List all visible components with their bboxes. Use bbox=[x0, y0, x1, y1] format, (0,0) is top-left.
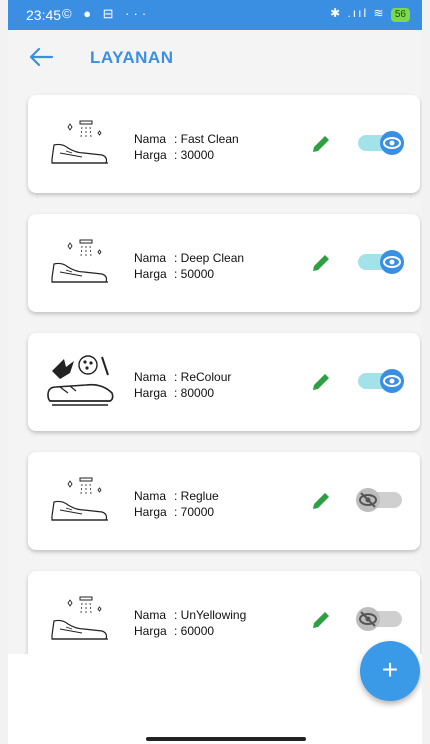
visibility-toggle[interactable] bbox=[358, 250, 404, 274]
price-label: Harga bbox=[134, 386, 167, 400]
service-info: Nama: Reglue Harga: 70000 bbox=[134, 489, 219, 519]
service-name: Reglue bbox=[180, 489, 219, 503]
app-frame: 23:45 © ● ⊟ ··· ✱ .ııl ≋ 56 LAYANAN Nama… bbox=[8, 0, 422, 744]
service-price: 60000 bbox=[180, 624, 215, 638]
eye-off-icon bbox=[356, 488, 380, 512]
service-price: 70000 bbox=[180, 505, 215, 519]
eye-off-icon bbox=[356, 607, 380, 631]
edit-pencil-icon[interactable] bbox=[310, 252, 332, 274]
eye-icon bbox=[380, 369, 404, 393]
battery-icon: 56 bbox=[390, 8, 410, 22]
edit-pencil-icon[interactable] bbox=[310, 133, 332, 155]
home-indicator[interactable] bbox=[146, 737, 306, 741]
notification-icons: © ● ⊟ ··· bbox=[62, 6, 151, 21]
status-time: 23:45 bbox=[26, 7, 62, 23]
shoe-cleaning-icon bbox=[51, 596, 109, 640]
visibility-toggle[interactable] bbox=[356, 488, 402, 512]
visibility-toggle[interactable] bbox=[358, 131, 404, 155]
edit-pencil-icon[interactable] bbox=[310, 609, 332, 631]
service-info: Nama: ReColour Harga: 80000 bbox=[134, 370, 232, 400]
edit-pencil-icon[interactable] bbox=[310, 490, 332, 512]
service-card: Nama: ReColour Harga: 80000 bbox=[28, 333, 420, 431]
shoe-painting-icon bbox=[47, 355, 114, 406]
eye-icon bbox=[380, 250, 404, 274]
signal-wifi-icon: ✱ .ııl ≋ bbox=[330, 6, 386, 20]
name-label: Nama bbox=[134, 370, 167, 384]
service-price: 30000 bbox=[180, 148, 215, 162]
price-label: Harga bbox=[134, 267, 167, 281]
visibility-toggle[interactable] bbox=[358, 369, 404, 393]
eye-icon bbox=[380, 131, 404, 155]
service-name: UnYellowing bbox=[180, 608, 247, 622]
name-label: Nama bbox=[134, 489, 167, 503]
service-info: Nama: UnYellowing Harga: 60000 bbox=[134, 608, 247, 638]
visibility-toggle[interactable] bbox=[356, 607, 402, 631]
app-bar: LAYANAN bbox=[8, 30, 422, 86]
service-info: Nama: Fast Clean Harga: 30000 bbox=[134, 132, 239, 162]
add-service-button[interactable]: + bbox=[360, 641, 420, 701]
edit-pencil-icon[interactable] bbox=[310, 371, 332, 393]
shoe-cleaning-icon bbox=[51, 120, 109, 164]
service-name: Deep Clean bbox=[180, 251, 245, 265]
service-price: 50000 bbox=[180, 267, 215, 281]
name-label: Nama bbox=[134, 251, 167, 265]
service-card: Nama: Deep Clean Harga: 50000 bbox=[28, 214, 420, 312]
service-name: ReColour bbox=[180, 370, 232, 384]
page-title: LAYANAN bbox=[90, 48, 174, 67]
price-label: Harga bbox=[134, 505, 167, 519]
back-arrow-icon[interactable] bbox=[28, 44, 54, 70]
shoe-cleaning-icon bbox=[51, 477, 109, 521]
name-label: Nama bbox=[134, 132, 167, 146]
service-card: Nama: Fast Clean Harga: 30000 bbox=[28, 95, 420, 193]
service-info: Nama: Deep Clean Harga: 50000 bbox=[134, 251, 245, 281]
price-label: Harga bbox=[134, 148, 167, 162]
service-name: Fast Clean bbox=[180, 132, 239, 146]
price-label: Harga bbox=[134, 624, 167, 638]
service-card: Nama: Reglue Harga: 70000 bbox=[28, 452, 420, 550]
service-price: 80000 bbox=[180, 386, 215, 400]
status-bar: 23:45 © ● ⊟ ··· ✱ .ııl ≋ 56 bbox=[8, 0, 422, 30]
shoe-cleaning-icon bbox=[51, 239, 109, 283]
system-icons: ✱ .ııl ≋ 56 bbox=[330, 6, 410, 22]
name-label: Nama bbox=[134, 608, 167, 622]
